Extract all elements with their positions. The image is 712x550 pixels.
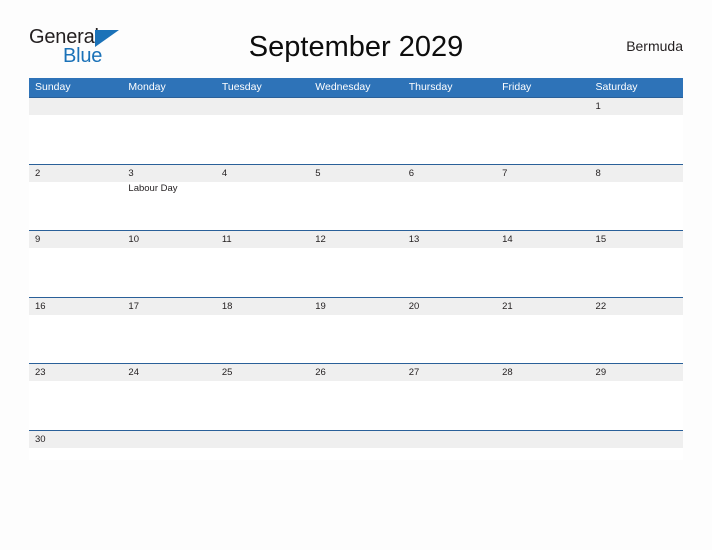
day-cell[interactable]: 21 (496, 298, 589, 364)
day-cell[interactable]: 19 (309, 298, 402, 364)
week-row: 1 (29, 97, 683, 164)
day-cell[interactable]: 1 (590, 98, 683, 164)
day-number: 29 (595, 367, 607, 378)
day-cell[interactable] (496, 431, 589, 460)
dow-header-friday: Friday (502, 81, 532, 93)
day-number: 6 (408, 167, 414, 179)
day-number: 25 (221, 367, 233, 378)
day-cell[interactable] (122, 98, 215, 164)
day-cell[interactable]: 8 (590, 165, 683, 231)
dow-header-saturday: Saturday (595, 81, 638, 93)
day-cell[interactable]: 30 (29, 431, 122, 460)
day-cell[interactable] (216, 98, 309, 164)
day-cell[interactable]: 11 (216, 231, 309, 297)
day-cell[interactable]: 13 (403, 231, 496, 297)
day-cell[interactable]: 5 (309, 165, 402, 231)
day-cell[interactable]: 22 (590, 298, 683, 364)
day-cell[interactable]: 4 (216, 165, 309, 231)
day-cell[interactable] (122, 431, 215, 460)
day-cell[interactable]: 17 (122, 298, 215, 364)
day-number: 11 (221, 234, 232, 245)
day-number: 5 (315, 167, 321, 179)
day-cell[interactable]: 6 (403, 165, 496, 231)
dow-header-wednesday: Wednesday (315, 81, 371, 93)
day-cell[interactable]: 10 (122, 231, 215, 297)
day-cell[interactable]: 28 (496, 364, 589, 430)
day-number: 4 (221, 167, 228, 179)
day-number: 28 (502, 367, 513, 378)
dow-header-sunday: Sunday (35, 81, 71, 93)
day-number: 10 (128, 234, 139, 245)
region-label: Bermuda (626, 38, 683, 54)
day-cell[interactable]: 7 (496, 165, 589, 231)
day-cell[interactable] (496, 98, 589, 164)
day-number: 1 (595, 101, 601, 112)
day-cell[interactable] (309, 431, 402, 460)
day-number: 3 (128, 167, 134, 179)
day-cell[interactable] (403, 431, 496, 460)
day-cell[interactable]: 27 (403, 364, 496, 430)
day-cell[interactable]: 15 (590, 231, 683, 297)
day-cell[interactable]: 25 (216, 364, 309, 430)
day-number: 23 (35, 367, 46, 378)
day-cell[interactable]: 14 (496, 231, 589, 297)
day-cell[interactable]: 2 (29, 165, 122, 231)
day-number: 26 (315, 367, 326, 378)
day-number: 18 (221, 300, 233, 312)
day-number: 20 (408, 300, 420, 312)
week-row: 23 24 25 26 27 28 29 (29, 363, 683, 430)
day-number: 14 (502, 234, 513, 245)
day-cell[interactable] (403, 98, 496, 164)
week-row: 16 17 18 19 20 21 22 (29, 296, 683, 364)
day-number: 30 (35, 433, 46, 445)
week-row: 2 3 Labour Day 4 5 6 7 8 (29, 163, 683, 231)
day-number: 22 (595, 300, 607, 312)
day-cell[interactable] (309, 98, 402, 164)
day-cell[interactable]: 18 (216, 298, 309, 364)
day-number: 24 (128, 367, 139, 378)
day-number: 13 (408, 234, 420, 245)
day-number: 16 (35, 300, 46, 312)
page-title: September 2029 (248, 31, 464, 63)
day-cell[interactable]: 29 (590, 364, 683, 430)
day-cell[interactable]: 9 (29, 231, 122, 297)
day-number: 12 (315, 234, 326, 245)
day-number: 15 (595, 234, 607, 245)
calendar-grid: Sunday Monday Tuesday Wednesday Thursday… (29, 78, 683, 460)
day-number: 7 (502, 167, 508, 179)
day-cell[interactable]: 16 (29, 298, 122, 364)
week-row: 9 10 11 12 13 14 15 (29, 230, 683, 297)
day-number: 17 (128, 300, 139, 312)
day-number: 8 (595, 167, 601, 179)
calendar-page: General Blue September 2029 Bermuda Sund… (0, 0, 712, 550)
day-cell[interactable]: 26 (309, 364, 402, 430)
day-cell[interactable]: 12 (309, 231, 402, 297)
day-number: 19 (315, 300, 326, 312)
day-of-week-header-row: Sunday Monday Tuesday Wednesday Thursday… (29, 78, 683, 97)
day-number: 9 (35, 234, 41, 245)
day-cell[interactable]: 20 (403, 298, 496, 364)
dow-header-tuesday: Tuesday (221, 81, 262, 93)
day-cell[interactable] (29, 98, 122, 164)
week-row: 30 (29, 429, 683, 460)
day-event-label: Labour Day (128, 182, 178, 194)
day-cell[interactable]: 24 (122, 364, 215, 430)
dow-header-thursday: Thursday (408, 81, 453, 93)
dow-header-monday: Monday (128, 81, 166, 93)
day-cell[interactable]: 23 (29, 364, 122, 430)
day-number: 27 (408, 367, 420, 378)
day-cell[interactable]: 3 Labour Day (122, 165, 215, 231)
page-header: General Blue September 2029 Bermuda (29, 26, 683, 72)
day-cell[interactable] (216, 431, 309, 460)
day-number: 2 (35, 167, 41, 179)
day-number: 21 (502, 300, 513, 312)
day-cell[interactable] (590, 431, 683, 460)
